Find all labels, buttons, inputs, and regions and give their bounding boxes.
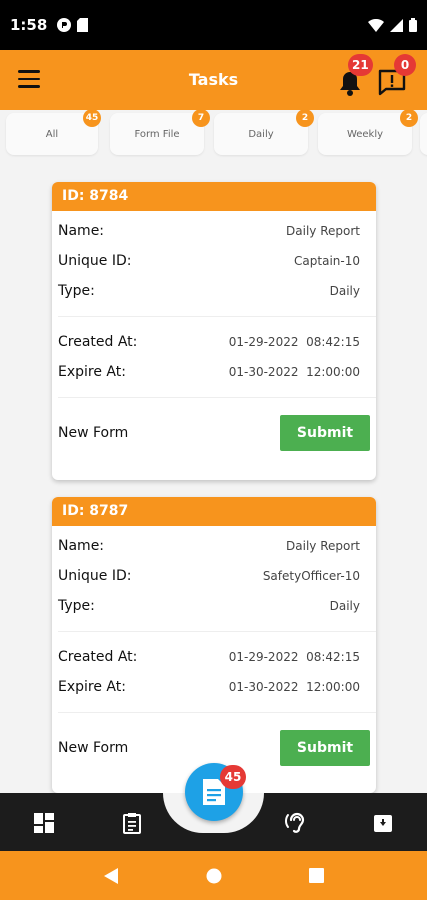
wifi-icon bbox=[368, 18, 384, 32]
filter-count-badge: 7 bbox=[192, 109, 210, 127]
submit-button[interactable]: Submit bbox=[280, 415, 370, 451]
tasks-fab-button[interactable]: 45 bbox=[185, 763, 246, 821]
unique-id-label: Unique ID: bbox=[58, 568, 132, 584]
filter-tabs: All 45 Form File 7 Daily 2 Weekly 2 bbox=[0, 109, 427, 159]
signal-icon bbox=[390, 18, 403, 32]
task-expire-at: 01-30-2022 12:00:00 bbox=[228, 680, 360, 694]
filter-count-badge: 45 bbox=[83, 109, 101, 127]
fab-count-badge: 45 bbox=[220, 765, 246, 789]
messages-badge: 0 bbox=[394, 54, 416, 76]
task-id: ID: 8787 bbox=[52, 497, 376, 526]
task-created-at: 01-29-2022 08:42:15 bbox=[228, 650, 360, 664]
task-created-at: 01-29-2022 08:42:15 bbox=[228, 335, 360, 349]
new-form-label: New Form bbox=[58, 425, 129, 441]
type-label: Type: bbox=[58, 283, 95, 299]
filter-count-badge: 2 bbox=[296, 109, 314, 127]
recents-icon[interactable] bbox=[308, 868, 324, 883]
expire-at-label: Expire At: bbox=[58, 364, 126, 380]
filter-all[interactable]: All 45 bbox=[6, 109, 101, 155]
divider bbox=[58, 397, 376, 398]
notifications-badge: 21 bbox=[348, 54, 373, 76]
filter-daily[interactable]: Daily 2 bbox=[214, 109, 314, 155]
name-label: Name: bbox=[58, 223, 105, 239]
filter-more[interactable] bbox=[420, 113, 427, 155]
messages-button[interactable]: 0 bbox=[378, 54, 416, 96]
app-notification-icon bbox=[57, 18, 72, 32]
type-label: Type: bbox=[58, 598, 95, 614]
name-label: Name: bbox=[58, 538, 105, 554]
filter-count-badge: 2 bbox=[400, 109, 418, 127]
created-at-label: Created At: bbox=[58, 649, 138, 665]
task-type: Daily bbox=[329, 599, 360, 613]
task-unique-id: SafetyOfficer-10 bbox=[262, 569, 360, 583]
task-unique-id: Captain-10 bbox=[294, 254, 360, 268]
clipboard-icon[interactable] bbox=[120, 811, 144, 835]
system-nav-bar bbox=[0, 851, 427, 900]
expire-at-label: Expire At: bbox=[58, 679, 126, 695]
task-name: Daily Report bbox=[286, 539, 360, 553]
new-form-label: New Form bbox=[58, 740, 129, 756]
task-card: ID: 8787 Name: Daily Report Unique ID: Saf… bbox=[52, 497, 376, 793]
notifications-button[interactable]: 21 bbox=[338, 54, 373, 96]
task-name: Daily Report bbox=[286, 224, 360, 238]
task-card: ID: 8784 Name: Daily Report Unique ID: Cap… bbox=[52, 182, 376, 480]
submit-button[interactable]: Submit bbox=[280, 730, 370, 766]
battery-icon bbox=[409, 18, 417, 32]
task-type: Daily bbox=[329, 284, 360, 298]
filter-weekly[interactable]: Weekly 2 bbox=[318, 109, 418, 155]
app-bar: Tasks 21 0 bbox=[0, 50, 427, 110]
back-icon[interactable] bbox=[103, 867, 119, 885]
unique-id-label: Unique ID: bbox=[58, 253, 132, 269]
divider bbox=[58, 631, 376, 632]
hearing-icon[interactable] bbox=[284, 811, 308, 835]
dashboard-icon[interactable] bbox=[32, 811, 56, 835]
task-id: ID: 8784 bbox=[52, 182, 376, 211]
divider bbox=[58, 712, 376, 713]
created-at-label: Created At: bbox=[58, 334, 138, 350]
filter-form-file[interactable]: Form File 7 bbox=[110, 109, 210, 155]
archive-icon[interactable] bbox=[371, 811, 395, 835]
task-expire-at: 01-30-2022 12:00:00 bbox=[228, 365, 360, 379]
status-time: 1:58 bbox=[10, 16, 48, 34]
home-icon[interactable] bbox=[206, 868, 222, 884]
divider bbox=[58, 316, 376, 317]
sd-card-icon bbox=[77, 18, 89, 32]
status-bar: 1:58 bbox=[0, 0, 427, 50]
